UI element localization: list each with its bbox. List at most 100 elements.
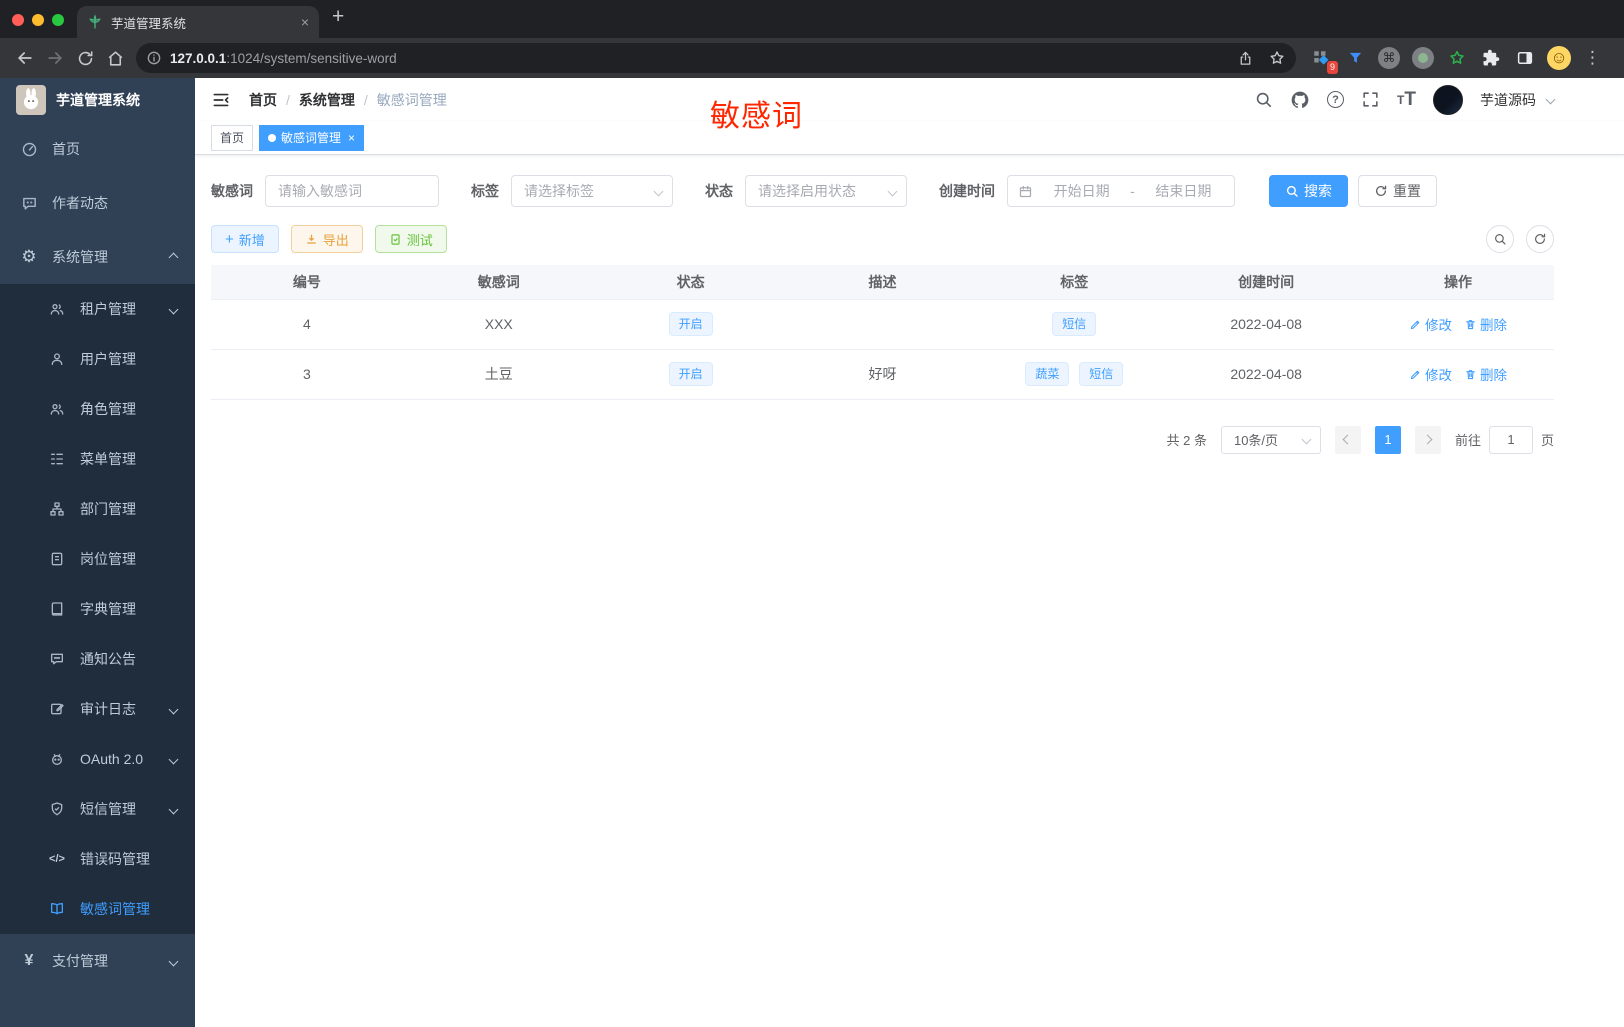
breadcrumb-system[interactable]: 系统管理 — [299, 90, 355, 110]
green-star-extension-icon[interactable] — [1444, 45, 1470, 71]
prev-page-button[interactable] — [1334, 425, 1361, 454]
github-icon[interactable] — [1290, 90, 1310, 110]
tag-badge: 短信 — [1052, 312, 1097, 336]
breadcrumb-home[interactable]: 首页 — [249, 90, 277, 110]
date-range-picker[interactable]: 开始日期 - 结束日期 — [1007, 175, 1235, 207]
tag-label: 标签 — [471, 183, 499, 199]
font-size-icon[interactable]: TT — [1397, 89, 1416, 111]
cell-id: 3 — [211, 349, 403, 400]
add-button[interactable]: + 新增 — [211, 225, 279, 253]
sidebar: 芋道管理系统 首页 作者动态 ⚙ 系统管理 租户管理 用户管理 角色管理 菜单管… — [0, 78, 195, 1027]
sidebar-item-oauth[interactable]: OAuth 2.0 — [0, 734, 195, 784]
extensions-puzzle-icon[interactable] — [1478, 45, 1504, 71]
sidebar-item-dict[interactable]: 字典管理 — [0, 584, 195, 634]
tab-title: 芋道管理系统 — [111, 16, 187, 31]
logo-rabbit-image — [16, 85, 46, 115]
sidebar-item-menu[interactable]: 菜单管理 — [0, 434, 195, 484]
goto-page-input[interactable] — [1488, 425, 1533, 454]
sidebar-item-author[interactable]: 作者动态 — [0, 176, 195, 230]
recorder-extension-icon[interactable] — [1410, 45, 1436, 71]
chevron-up-icon — [168, 252, 179, 262]
col-id: 编号 — [211, 265, 403, 299]
page-size-select[interactable] — [1220, 425, 1321, 454]
sidebar-item-notice[interactable]: 通知公告 — [0, 634, 195, 684]
command-extension-icon[interactable]: ⌘ — [1376, 45, 1402, 71]
fullscreen-icon[interactable] — [1361, 90, 1380, 109]
sidebar-item-sms[interactable]: 短信管理 — [0, 784, 195, 834]
tab-grid-extension-icon[interactable]: 9 — [1308, 45, 1338, 74]
sidebar-item-home[interactable]: 首页 — [0, 122, 195, 176]
edit-button[interactable]: 修改 — [1409, 314, 1452, 334]
cell-description: 好呀 — [786, 349, 979, 400]
minimize-window-button[interactable] — [32, 14, 44, 26]
tag-badge: 短信 — [1079, 362, 1124, 386]
tab-home[interactable]: 首页 — [211, 124, 254, 151]
show-search-toggle-button[interactable] — [1486, 225, 1514, 253]
calendar-icon — [1018, 184, 1033, 199]
cell-word: 土豆 — [402, 349, 595, 400]
funnel-extension-icon[interactable] — [1342, 45, 1368, 71]
sidebar-item-tenant[interactable]: 租户管理 — [0, 284, 195, 334]
window-controls[interactable] — [12, 14, 64, 26]
sidebar-logo: 芋道管理系统 — [0, 78, 195, 122]
page-content: 敏感词 标签 状态 — [195, 155, 1624, 1027]
maximize-window-button[interactable] — [52, 14, 64, 26]
browser-menu-icon[interactable]: ⋮ — [1584, 48, 1601, 68]
app-root: 芋道管理系统 首页 作者动态 ⚙ 系统管理 租户管理 用户管理 角色管理 菜单管… — [0, 78, 1624, 1027]
sidebar-item-role[interactable]: 角色管理 — [0, 384, 195, 434]
tab-sensitive-word[interactable]: 敏感词管理 × — [259, 124, 365, 151]
help-icon[interactable]: ? — [1327, 91, 1345, 108]
test-button[interactable]: 测试 — [374, 225, 447, 253]
site-info-icon[interactable] — [146, 50, 162, 66]
delete-button[interactable]: 删除 — [1464, 314, 1507, 334]
sidebar-item-system[interactable]: ⚙ 系统管理 — [0, 230, 195, 284]
forward-button[interactable] — [40, 43, 70, 73]
edit-button[interactable]: 修改 — [1409, 364, 1452, 384]
tag-select[interactable] — [511, 175, 673, 207]
sensitive-word-table: 编号 敏感词 状态 描述 标签 创建时间 操作 4 XXX 开启 短信 2022… — [211, 265, 1554, 400]
collapse-sidebar-icon[interactable] — [211, 90, 231, 110]
col-status: 状态 — [594, 265, 787, 299]
sidebar-item-audit-log[interactable]: 审计日志 — [0, 684, 195, 734]
keyword-input[interactable] — [265, 175, 439, 207]
reload-button[interactable] — [70, 43, 100, 73]
status-select[interactable] — [745, 175, 907, 207]
delete-button[interactable]: 删除 — [1464, 364, 1507, 384]
reset-button[interactable]: 重置 — [1358, 175, 1437, 207]
sidebar-item-post[interactable]: 岗位管理 — [0, 534, 195, 584]
export-button[interactable]: 导出 — [290, 225, 363, 253]
sidebar-item-error-code[interactable]: </> 错误码管理 — [0, 834, 195, 884]
tab-close-icon[interactable]: × — [301, 14, 309, 30]
new-tab-button[interactable]: + — [332, 5, 344, 29]
open-book-icon — [48, 901, 66, 917]
share-icon[interactable] — [1230, 43, 1260, 73]
sidebar-item-payment[interactable]: ¥ 支付管理 — [0, 934, 195, 988]
col-created: 创建时间 — [1170, 265, 1363, 299]
username[interactable]: 芋道源码 — [1480, 90, 1536, 110]
url-host: 127.0.0.1 — [170, 50, 227, 66]
profile-avatar-icon[interactable]: ☺ — [1546, 45, 1572, 71]
page-number-button[interactable]: 1 — [1374, 425, 1401, 454]
chevron-down-icon — [168, 304, 179, 314]
browser-tab[interactable]: 芋道管理系统 × — [77, 6, 319, 38]
close-window-button[interactable] — [12, 14, 24, 26]
sidebar-item-user[interactable]: 用户管理 — [0, 334, 195, 384]
user-avatar[interactable] — [1433, 84, 1463, 115]
code-icon: </> — [49, 853, 65, 865]
sidebar-item-dept[interactable]: 部门管理 — [0, 484, 195, 534]
announcement-icon — [48, 651, 66, 667]
tab-close-icon[interactable]: × — [348, 131, 355, 145]
sidebar-item-sensitive-word[interactable]: 敏感词管理 — [0, 884, 195, 934]
chevron-down-icon[interactable] — [1545, 94, 1556, 105]
search-icon[interactable] — [1254, 90, 1273, 109]
home-button[interactable] — [100, 43, 130, 73]
refresh-table-button[interactable] — [1526, 225, 1554, 253]
address-bar[interactable]: 127.0.0.1:1024/system/sensitive-word — [136, 43, 1296, 73]
back-button[interactable] — [10, 43, 40, 73]
gear-icon: ⚙ — [21, 247, 37, 266]
side-panel-icon[interactable] — [1512, 45, 1538, 71]
log-edit-icon — [48, 701, 66, 717]
next-page-button[interactable] — [1414, 425, 1441, 454]
search-button[interactable]: 搜索 — [1269, 175, 1348, 207]
bookmark-star-icon[interactable] — [1262, 43, 1292, 73]
